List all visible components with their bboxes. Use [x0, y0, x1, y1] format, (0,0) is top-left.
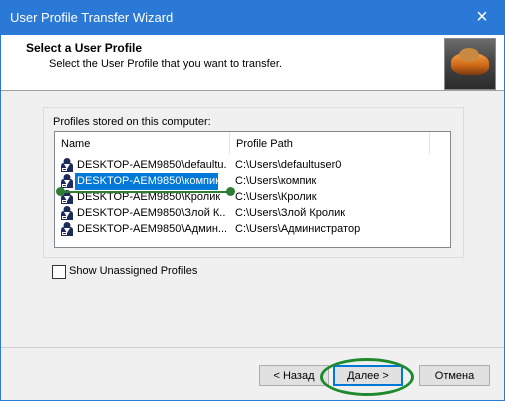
wizard-header: Select a User Profile Select the User Pr… [1, 35, 504, 91]
profile-path: C:\Users\компик [235, 175, 317, 187]
list-item[interactable]: DESKTOP-AEM9850\Админ... C:\Users\Админис… [55, 221, 448, 238]
user-profile-icon [59, 205, 75, 221]
page-subtitle: Select the User Profile that you want to… [49, 58, 282, 70]
user-profile-icon [59, 157, 75, 173]
cancel-button[interactable]: Отмена [419, 365, 490, 386]
profile-name: DESKTOP-AEM9850\defaultu... [77, 159, 226, 171]
profile-path: C:\Users\Администратор [235, 223, 361, 235]
list-header: Name Profile Path [55, 132, 450, 154]
footer-divider [1, 347, 504, 348]
annotation-dot [226, 187, 235, 196]
back-button[interactable]: < Назад [259, 365, 329, 386]
annotation-dot [56, 187, 65, 196]
close-button[interactable]: × [460, 1, 504, 35]
profile-path: C:\Users\Кролик [235, 191, 317, 203]
wizard-window: User Profile Transfer Wizard × Select a … [0, 0, 505, 401]
list-item[interactable]: DESKTOP-AEM9850\defaultu... C:\Users\defa… [55, 157, 448, 174]
profiles-group-label: Profiles stored on this computer: [53, 116, 211, 128]
user-profile-icon [59, 221, 75, 237]
checkbox-label[interactable]: Show Unassigned Profiles [69, 265, 197, 277]
profiles-list[interactable]: Name Profile Path DESKTOP-AEM9850\defaul… [54, 131, 451, 248]
profile-name: DESKTOP-AEM9850\Админ... [77, 223, 226, 235]
annotation-highlight-circle [320, 358, 414, 396]
title-bar[interactable]: User Profile Transfer Wizard × [1, 1, 504, 35]
checkbox-box[interactable] [52, 265, 66, 279]
profile-picture-icon [444, 38, 496, 90]
column-header-name[interactable]: Name [55, 132, 230, 154]
column-header-profile-path[interactable]: Profile Path [230, 132, 430, 154]
profile-name: DESKTOP-AEM9850\компик [75, 173, 218, 190]
window-title: User Profile Transfer Wizard [10, 10, 174, 25]
profile-path: C:\Users\Злой Кролик [235, 207, 346, 219]
page-title: Select a User Profile [26, 41, 143, 55]
list-item[interactable]: DESKTOP-AEM9850\Злой К... C:\Users\Злой К… [55, 205, 448, 222]
profile-path: C:\Users\defaultuser0 [235, 159, 342, 171]
annotation-line [60, 191, 232, 193]
profile-name: DESKTOP-AEM9850\Злой К... [77, 207, 226, 219]
list-item[interactable]: DESKTOP-AEM9850\компик C:\Users\компик [55, 173, 448, 190]
